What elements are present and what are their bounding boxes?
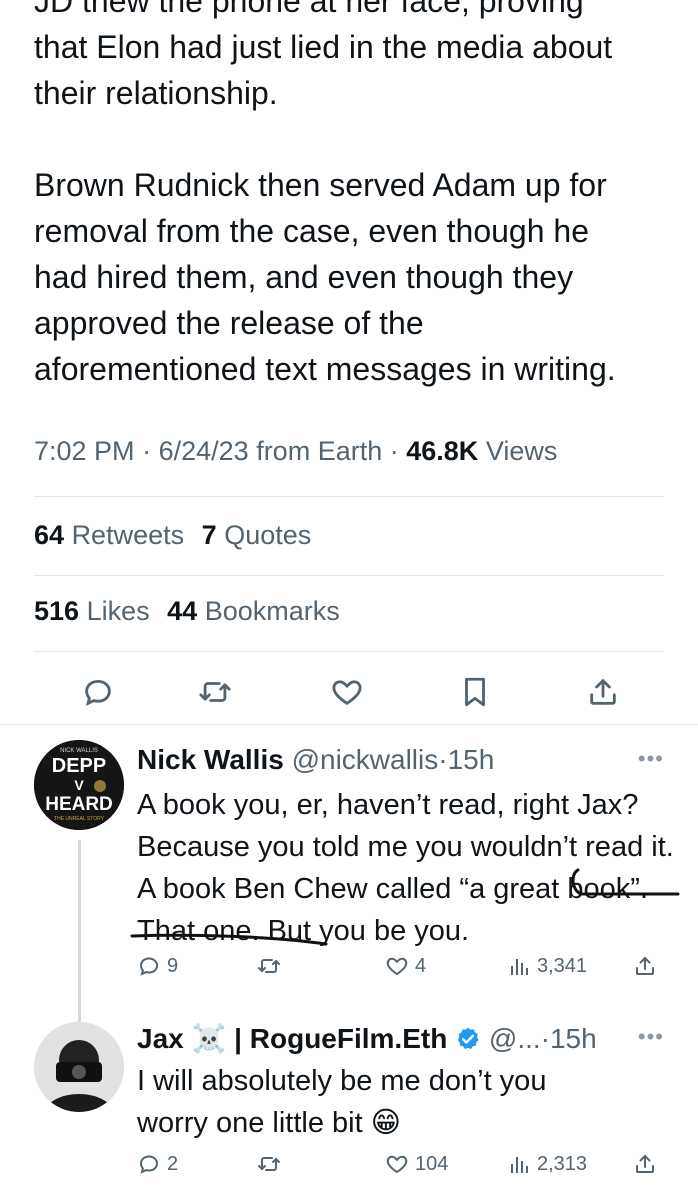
views-icon bbox=[511, 1157, 528, 1173]
reply-tweet[interactable]: NICK WALLIS DEPP V HEARD THE UNREAL STOR… bbox=[0, 740, 698, 1020]
likes-count: 516 bbox=[34, 596, 80, 626]
tweet-meta: 7:02 PM · 6/24/23 from Earth · 46.8K Vie… bbox=[34, 436, 557, 467]
reply-button[interactable]: 9 bbox=[137, 954, 178, 978]
like-icon bbox=[332, 680, 362, 705]
more-options-icon[interactable]: ••• bbox=[638, 746, 664, 772]
verified-badge-icon bbox=[457, 1027, 479, 1049]
reply-header: Nick Wallis @nickwallis·15h bbox=[137, 744, 494, 776]
bookmarks-label: Bookmarks bbox=[204, 596, 340, 626]
author-first-name: Jax bbox=[137, 1023, 184, 1054]
author-name-rest: | RogueFilm.Eth bbox=[234, 1023, 448, 1054]
author-name[interactable]: Jax ☠️ | RogueFilm.Eth bbox=[137, 1023, 447, 1054]
underline-annotation bbox=[130, 868, 680, 946]
views-count: 46.8K bbox=[406, 436, 479, 466]
share-icon bbox=[590, 679, 616, 705]
views-icon bbox=[511, 959, 528, 975]
reply-text: I will absolutely be me don’t you worry … bbox=[137, 1065, 547, 1139]
reply-count: 9 bbox=[167, 954, 179, 977]
avatar-bottom-text: THE UNREAL STORY bbox=[54, 816, 105, 822]
tweet-action-bar bbox=[0, 672, 698, 712]
meta-sep: · bbox=[142, 436, 159, 466]
reply-action-bar: 9 4 3,341 bbox=[137, 954, 667, 984]
reply-header: Jax ☠️ | RogueFilm.Eth @...·15h bbox=[137, 1022, 597, 1055]
reply-button[interactable] bbox=[78, 672, 118, 712]
like-button[interactable]: 104 bbox=[385, 1152, 448, 1176]
photographer-avatar bbox=[34, 1022, 124, 1112]
reply-count: 2 bbox=[167, 1152, 179, 1175]
likes-label: Likes bbox=[86, 596, 150, 626]
retweets-stat[interactable]: 64 Retweets bbox=[34, 520, 184, 550]
divider bbox=[34, 496, 664, 497]
views-label: Views bbox=[485, 436, 558, 466]
reply-icon bbox=[139, 1155, 159, 1174]
like-count: 4 bbox=[415, 954, 427, 977]
retweet-button[interactable] bbox=[257, 1152, 281, 1176]
reply-action-bar: 2 104 2,313 bbox=[137, 1152, 667, 1182]
avatar-line3: HEARD bbox=[45, 794, 113, 815]
retweet-icon bbox=[258, 959, 280, 973]
quotes-count: 7 bbox=[201, 520, 217, 550]
bookmark-icon bbox=[465, 677, 485, 707]
reply-icon bbox=[85, 679, 111, 706]
avatar[interactable] bbox=[34, 1022, 124, 1112]
thread-line bbox=[78, 1000, 81, 1022]
bookmarks-count: 44 bbox=[167, 596, 198, 626]
quotes-label: Quotes bbox=[224, 520, 312, 550]
header-sep: · bbox=[438, 744, 448, 775]
retweet-icon bbox=[258, 1157, 280, 1171]
like-button[interactable]: 4 bbox=[385, 954, 426, 978]
divider bbox=[34, 575, 664, 576]
book-cover-avatar: NICK WALLIS DEPP V HEARD THE UNREAL STOR… bbox=[34, 740, 124, 830]
avatar[interactable]: NICK WALLIS DEPP V HEARD THE UNREAL STOR… bbox=[34, 740, 124, 830]
views-button[interactable]: 2,313 bbox=[507, 1152, 587, 1176]
thread-line bbox=[78, 840, 81, 1020]
retweets-count: 64 bbox=[34, 520, 65, 550]
reply-tweet[interactable]: Jax ☠️ | RogueFilm.Eth @...·15h ••• I wi… bbox=[0, 1000, 698, 1200]
reply-icon bbox=[139, 957, 159, 976]
share-icon bbox=[636, 1155, 654, 1173]
like-count: 104 bbox=[415, 1152, 449, 1175]
reply-time[interactable]: 15h bbox=[448, 744, 495, 775]
like-icon bbox=[386, 1155, 408, 1174]
retweets-label: Retweets bbox=[71, 520, 185, 550]
retweet-quote-stats: 64 Retweets 7 Quotes bbox=[34, 520, 311, 551]
tweet-time[interactable]: 7:02 PM bbox=[34, 436, 135, 466]
bookmark-button[interactable] bbox=[455, 672, 495, 712]
avatar-top-text: NICK WALLIS bbox=[60, 748, 98, 754]
like-button[interactable] bbox=[327, 672, 367, 712]
like-bookmark-stats: 516 Likes 44 Bookmarks bbox=[34, 596, 340, 627]
tweet-source: from Earth bbox=[256, 436, 383, 466]
quotes-stat[interactable]: 7 Quotes bbox=[202, 520, 312, 550]
avatar-line2: V bbox=[74, 777, 84, 793]
retweet-button[interactable] bbox=[257, 954, 281, 978]
divider bbox=[0, 724, 698, 725]
author-handle[interactable]: @nickwallis bbox=[292, 744, 439, 775]
share-button[interactable] bbox=[633, 1152, 657, 1176]
author-name[interactable]: Nick Wallis bbox=[137, 744, 284, 775]
retweet-icon bbox=[199, 682, 231, 702]
header-sep: · bbox=[540, 1023, 550, 1054]
reply-time[interactable]: 15h bbox=[550, 1023, 597, 1054]
more-options-icon[interactable]: ••• bbox=[638, 1024, 664, 1050]
meta-sep: · bbox=[389, 436, 407, 466]
share-button[interactable] bbox=[633, 954, 657, 978]
divider bbox=[34, 651, 664, 652]
tweet-date[interactable]: 6/24/23 bbox=[159, 436, 249, 466]
bookmarks-stat[interactable]: 44 Bookmarks bbox=[167, 596, 340, 626]
tweet-body: JD thew the phone at her face, proving t… bbox=[34, 0, 616, 387]
skull-emoji: ☠️ bbox=[191, 1023, 227, 1054]
views-button[interactable]: 3,341 bbox=[507, 954, 587, 978]
likes-stat[interactable]: 516 Likes bbox=[34, 596, 150, 626]
author-handle[interactable]: @... bbox=[489, 1023, 541, 1054]
reply-button[interactable]: 2 bbox=[137, 1152, 178, 1176]
view-count: 2,313 bbox=[537, 1152, 588, 1175]
share-icon bbox=[636, 957, 654, 975]
like-icon bbox=[386, 957, 408, 976]
share-button[interactable] bbox=[583, 672, 623, 712]
retweet-button[interactable] bbox=[195, 672, 235, 712]
avatar-line1: DEPP bbox=[52, 755, 106, 777]
view-count: 3,341 bbox=[537, 954, 588, 977]
